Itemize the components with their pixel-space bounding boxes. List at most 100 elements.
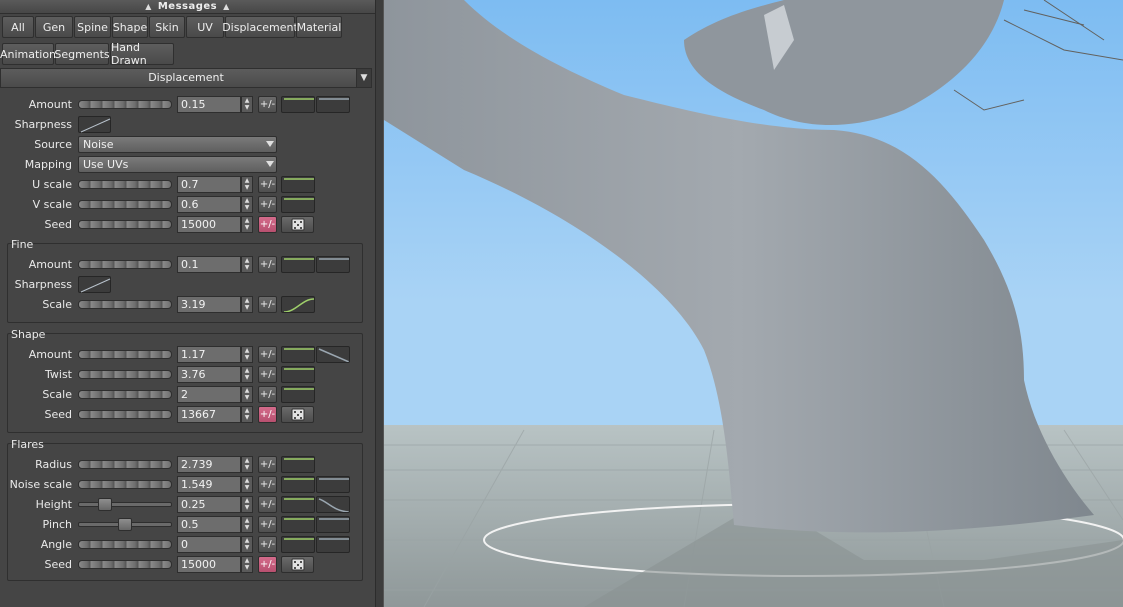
radius-value-field[interactable]: 2.739: [177, 456, 241, 473]
tab-displacement[interactable]: Displacement: [222, 16, 298, 38]
tab-animation[interactable]: Animation: [0, 43, 56, 65]
plus-minus-button[interactable]: +/-: [258, 256, 277, 273]
v-scale-slider[interactable]: [78, 200, 172, 209]
curve-editor[interactable]: [316, 96, 350, 113]
spinner-icon[interactable]: ▲ ▼: [241, 496, 253, 513]
plus-minus-button[interactable]: +/-: [258, 476, 277, 493]
collapse-up-icon[interactable]: ▲: [223, 2, 230, 11]
spinner-icon[interactable]: ▲ ▼: [241, 476, 253, 493]
u-scale-slider[interactable]: [78, 180, 172, 189]
amount-slider[interactable]: [78, 100, 172, 109]
u-scale-value-field[interactable]: 0.7: [177, 176, 241, 193]
displacement-section-header[interactable]: Displacement ▼: [0, 68, 372, 88]
plus-minus-button[interactable]: +/-: [258, 536, 277, 553]
spinner-icon[interactable]: ▲ ▼: [241, 196, 253, 213]
shape-scale-slider[interactable]: [78, 390, 172, 399]
sharpness-curve[interactable]: [78, 116, 111, 133]
dice-icon[interactable]: [281, 216, 314, 233]
curve-editor[interactable]: [281, 536, 315, 553]
noise-scale-slider[interactable]: [78, 480, 172, 489]
tab-all[interactable]: All: [2, 16, 34, 38]
tab-shape[interactable]: Shape: [112, 16, 148, 38]
tab-gen[interactable]: Gen: [35, 16, 73, 38]
plus-minus-button[interactable]: +/-: [258, 496, 277, 513]
curve-editor[interactable]: [281, 346, 315, 363]
plus-minus-button[interactable]: +/-: [258, 296, 277, 313]
plus-minus-button[interactable]: +/-: [258, 216, 277, 233]
curve-editor[interactable]: [281, 386, 315, 403]
plus-minus-button[interactable]: +/-: [258, 456, 277, 473]
spinner-icon[interactable]: ▲ ▼: [241, 296, 253, 313]
height-slider[interactable]: [78, 498, 172, 511]
source-select[interactable]: Noise: [78, 136, 277, 153]
shape-seed-value-field[interactable]: 13667: [177, 406, 241, 423]
messages-bar[interactable]: ▲ Messages ▲: [0, 0, 375, 14]
shape-seed-slider[interactable]: [78, 410, 172, 419]
radius-slider[interactable]: [78, 460, 172, 469]
seed-slider[interactable]: [78, 220, 172, 229]
tab-uv[interactable]: UV: [186, 16, 224, 38]
spinner-icon[interactable]: ▲ ▼: [241, 536, 253, 553]
curve-editor[interactable]: [281, 256, 315, 273]
fine-amount-slider[interactable]: [78, 260, 172, 269]
plus-minus-button[interactable]: +/-: [258, 516, 277, 533]
curve-editor[interactable]: [281, 456, 315, 473]
tab-spine[interactable]: Spine: [74, 16, 111, 38]
curve-editor[interactable]: [316, 496, 350, 513]
pinch-value-field[interactable]: 0.5: [177, 516, 241, 533]
curve-editor[interactable]: [316, 256, 350, 273]
plus-minus-button[interactable]: +/-: [258, 346, 277, 363]
flares-seed-slider[interactable]: [78, 560, 172, 569]
mapping-select[interactable]: Use UVs: [78, 156, 277, 173]
curve-editor[interactable]: [281, 516, 315, 533]
plus-minus-button[interactable]: +/-: [258, 196, 277, 213]
fine-scale-value-field[interactable]: 3.19: [177, 296, 241, 313]
panel-splitter[interactable]: [375, 0, 384, 607]
spinner-icon[interactable]: ▲ ▼: [241, 386, 253, 403]
fine-amount-value-field[interactable]: 0.1: [177, 256, 241, 273]
shape-scale-value-field[interactable]: 2: [177, 386, 241, 403]
tab-segments[interactable]: Segments: [54, 43, 110, 65]
tab-skin[interactable]: Skin: [149, 16, 185, 38]
shape-amount-value-field[interactable]: 1.17: [177, 346, 241, 363]
curve-editor[interactable]: [281, 476, 315, 493]
fine-scale-slider[interactable]: [78, 300, 172, 309]
collapse-up-icon[interactable]: ▲: [145, 2, 152, 11]
spinner-icon[interactable]: ▲ ▼: [241, 176, 253, 193]
curve-editor[interactable]: [281, 366, 315, 383]
plus-minus-button[interactable]: +/-: [258, 96, 277, 113]
v-scale-value-field[interactable]: 0.6: [177, 196, 241, 213]
curve-editor[interactable]: [281, 176, 315, 193]
twist-slider[interactable]: [78, 370, 172, 379]
curve-editor[interactable]: [281, 196, 315, 213]
3d-viewport[interactable]: [384, 0, 1123, 607]
curve-editor[interactable]: [316, 476, 350, 493]
angle-slider[interactable]: [78, 540, 172, 549]
spinner-icon[interactable]: ▲ ▼: [241, 366, 253, 383]
spinner-icon[interactable]: ▲ ▼: [241, 406, 253, 423]
curve-editor[interactable]: [281, 96, 315, 113]
section-dropdown-icon[interactable]: ▼: [356, 69, 371, 87]
curve-editor[interactable]: [316, 516, 350, 533]
flares-seed-value-field[interactable]: 15000: [177, 556, 241, 573]
plus-minus-button[interactable]: +/-: [258, 556, 277, 573]
plus-minus-button[interactable]: +/-: [258, 176, 277, 193]
dice-icon[interactable]: [281, 556, 314, 573]
plus-minus-button[interactable]: +/-: [258, 386, 277, 403]
slider-thumb[interactable]: [118, 518, 132, 531]
noise-scale-value-field[interactable]: 1.549: [177, 476, 241, 493]
slider-thumb[interactable]: [98, 498, 112, 511]
height-value-field[interactable]: 0.25: [177, 496, 241, 513]
spinner-icon[interactable]: ▲ ▼: [241, 556, 253, 573]
spinner-icon[interactable]: ▲ ▼: [241, 256, 253, 273]
tab-material[interactable]: Material: [296, 16, 342, 38]
twist-value-field[interactable]: 3.76: [177, 366, 241, 383]
amount-value-field[interactable]: 0.15: [177, 96, 241, 113]
pinch-slider[interactable]: [78, 518, 172, 531]
tab-hand-drawn[interactable]: Hand Drawn: [110, 41, 174, 67]
seed-value-field[interactable]: 15000: [177, 216, 241, 233]
sharpness-curve[interactable]: [78, 276, 111, 293]
spinner-icon[interactable]: ▲ ▼: [241, 346, 253, 363]
angle-value-field[interactable]: 0: [177, 536, 241, 553]
spinner-icon[interactable]: ▲ ▼: [241, 96, 253, 113]
